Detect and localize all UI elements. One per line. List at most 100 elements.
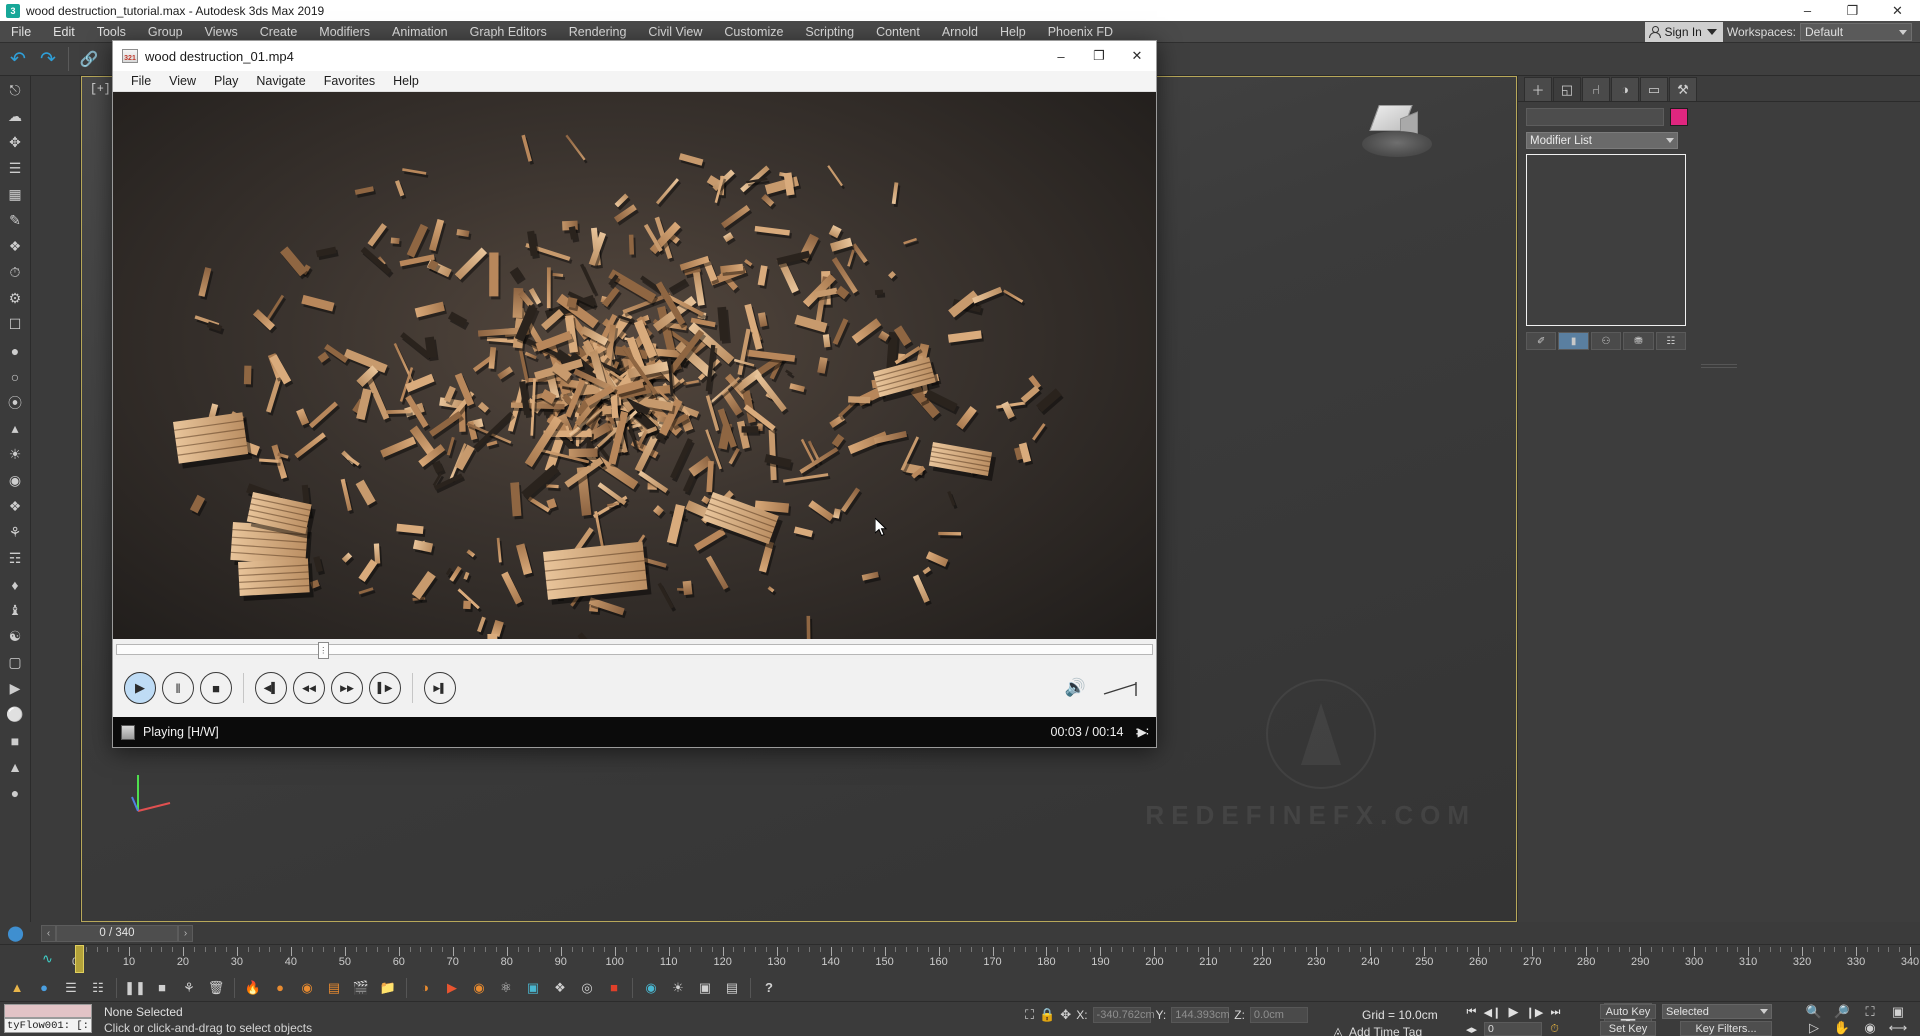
undo-icon[interactable]: ↶ xyxy=(4,45,32,73)
node-tree-icon[interactable]: ☷ xyxy=(85,976,111,1000)
paint-icon[interactable]: ✎ xyxy=(2,208,29,233)
sphere-shaded-icon[interactable]: ● xyxy=(2,338,29,363)
time-configuration-icon[interactable]: ⏱ xyxy=(1545,1022,1564,1036)
volume-slider[interactable] xyxy=(1102,678,1142,698)
create-tab[interactable]: ＋ xyxy=(1524,77,1552,101)
box-icon[interactable]: ☐ xyxy=(2,312,29,337)
extra-d-icon[interactable]: ● xyxy=(2,780,29,805)
circle-icon[interactable]: ○ xyxy=(2,364,29,389)
viewcube-icon[interactable] xyxy=(1360,101,1434,163)
skip-forward-button[interactable]: ▌▶ xyxy=(369,672,401,704)
help-icon[interactable]: ? xyxy=(756,976,782,1000)
player-close-button[interactable]: ✕ xyxy=(1118,41,1156,71)
player-seek-bar[interactable]: ⋮ xyxy=(113,639,1156,659)
configure-modifier-sets-button[interactable]: ☷ xyxy=(1655,332,1687,350)
object-color-swatch[interactable] xyxy=(1670,108,1688,126)
next-frame-icon[interactable]: ❙▶ xyxy=(1525,1005,1544,1019)
video-surface[interactable] xyxy=(113,92,1156,709)
media-player-window[interactable]: 321 wood destruction_01.mp4 – ❐ ✕ File V… xyxy=(112,40,1157,748)
sun-icon[interactable]: ☀ xyxy=(2,442,29,467)
object-name-input[interactable] xyxy=(1526,108,1664,126)
move-icon[interactable]: ✥ xyxy=(2,130,29,155)
layer-icon[interactable]: ▲ xyxy=(4,976,30,1000)
pause-render-icon[interactable]: ❚❚ xyxy=(122,976,148,1000)
select-and-link-icon[interactable]: 🔗 xyxy=(75,45,103,73)
vray-render-icon[interactable]: ◉ xyxy=(638,976,664,1000)
key-filters-button[interactable]: Key Filters... xyxy=(1680,1021,1772,1036)
key-mode-icon[interactable]: ◂▸ xyxy=(1462,1022,1481,1036)
redo-icon[interactable]: ↷ xyxy=(34,45,62,73)
extra-b-icon[interactable]: ■ xyxy=(2,728,29,753)
sign-in-button[interactable]: Sign In xyxy=(1644,22,1723,42)
vray-proxy-icon[interactable]: ▣ xyxy=(692,976,718,1000)
make-unique-button[interactable]: ⚇ xyxy=(1590,332,1622,350)
maximize-button[interactable]: ❐ xyxy=(1830,0,1875,21)
minimize-button[interactable]: – xyxy=(1785,0,1830,21)
current-frame-field[interactable]: 0 / 340 xyxy=(56,924,178,942)
seek-thumb[interactable]: ⋮ xyxy=(317,641,329,659)
play-button[interactable]: ▶ xyxy=(124,672,156,704)
grid-icon[interactable]: ▦ xyxy=(2,182,29,207)
field-of-view-icon[interactable]: ▣ xyxy=(1884,1004,1912,1020)
sphere-gizmo-icon[interactable]: ● xyxy=(31,976,57,1000)
vray-frame-icon[interactable]: ▤ xyxy=(719,976,745,1000)
player-menu-view[interactable]: View xyxy=(160,71,205,92)
modifier-list-dropdown[interactable]: Modifier List xyxy=(1526,132,1678,149)
z-field[interactable]: 0.0cm xyxy=(1249,1007,1308,1023)
pin-stack-button[interactable]: ✐ xyxy=(1526,332,1557,350)
next-frame-button[interactable]: › xyxy=(178,924,193,942)
fire-icon[interactable]: 🔥 xyxy=(240,976,266,1000)
particles-icon[interactable]: ❖ xyxy=(2,494,29,519)
scene-explorer-icon[interactable]: ☰ xyxy=(58,976,84,1000)
lock-selection-icon[interactable]: 🔒 xyxy=(1039,1007,1055,1023)
vray-light-icon[interactable]: ☀ xyxy=(665,976,691,1000)
step-frame-button[interactable]: ▶▌ xyxy=(424,672,456,704)
fast-forward-button[interactable]: ▶▶ xyxy=(331,672,363,704)
phoenix-export-icon[interactable]: ▤ xyxy=(321,976,347,1000)
tyflow-sphere-icon[interactable]: ◉ xyxy=(466,976,492,1000)
trash-icon[interactable]: 🗑 xyxy=(203,976,229,1000)
clock-icon[interactable]: ⏱ xyxy=(2,260,29,285)
menu-file[interactable]: File xyxy=(0,21,42,43)
modifier-stack[interactable] xyxy=(1526,154,1686,326)
absolute-relative-toggle-icon[interactable]: ✥ xyxy=(1060,1007,1071,1023)
prev-frame-button[interactable]: ‹ xyxy=(41,924,56,942)
phoenix-sim-icon[interactable]: ● xyxy=(267,976,293,1000)
previous-frame-icon[interactable]: ◀❙ xyxy=(1483,1005,1502,1019)
zoom-extents-icon[interactable]: ⛶ xyxy=(1856,1004,1884,1020)
tyflow-stop-icon[interactable]: ■ xyxy=(601,976,627,1000)
cloud-icon[interactable]: ☁ xyxy=(2,104,29,129)
phoenix-film-icon[interactable]: 🎬 xyxy=(348,976,374,1000)
go-to-start-icon[interactable]: ⏮ xyxy=(1462,1005,1481,1019)
cloth-icon[interactable]: ▢ xyxy=(2,650,29,675)
timeline-ruler[interactable]: ∿ 01020304050607080901001101201301401501… xyxy=(0,944,1920,975)
hierarchy-tab[interactable]: ⑁ xyxy=(1582,77,1610,101)
extra-c-icon[interactable]: ▲ xyxy=(2,754,29,779)
seek-track[interactable]: ⋮ xyxy=(116,641,1153,659)
zoom-region-icon[interactable]: ▷ xyxy=(1800,1020,1828,1036)
spiral-icon[interactable]: ⦿ xyxy=(2,390,29,415)
add-time-tag[interactable]: ◬ Add Time Tag xyxy=(1333,1024,1422,1036)
player-minimize-button[interactable]: – xyxy=(1042,41,1080,71)
tyflow-icon[interactable]: ❖ xyxy=(2,234,29,259)
tyflow-sim-icon[interactable]: ⚛ xyxy=(493,976,519,1000)
modify-tab[interactable]: ◱ xyxy=(1553,77,1581,101)
frame-number-field[interactable]: 0 xyxy=(1484,1022,1542,1036)
node-icon[interactable]: ⚙ xyxy=(2,286,29,311)
player-menu-navigate[interactable]: Navigate xyxy=(247,71,314,92)
player-menu-play[interactable]: Play xyxy=(205,71,247,92)
player-menu-help[interactable]: Help xyxy=(384,71,428,92)
playhead[interactable] xyxy=(75,945,84,973)
volume-icon[interactable]: 🔊 xyxy=(1065,678,1086,698)
grass-icon[interactable]: ♝ xyxy=(2,598,29,623)
ring-icon[interactable]: ◉ xyxy=(2,468,29,493)
auto-key-button[interactable]: Auto Key xyxy=(1600,1004,1656,1019)
maximize-viewport-icon[interactable]: ⟷ xyxy=(1884,1020,1912,1036)
set-key-button[interactable]: Set Key xyxy=(1600,1021,1656,1036)
extra-a-icon[interactable]: ⚪ xyxy=(2,702,29,727)
workspace-select[interactable]: Default xyxy=(1800,23,1912,41)
orbit-icon[interactable]: ◉ xyxy=(1856,1020,1884,1036)
zoom-icon[interactable]: 🔍 xyxy=(1800,1004,1828,1020)
stop-render-icon[interactable]: ■ xyxy=(149,976,175,1000)
x-field[interactable]: -340.762cm xyxy=(1092,1007,1155,1023)
